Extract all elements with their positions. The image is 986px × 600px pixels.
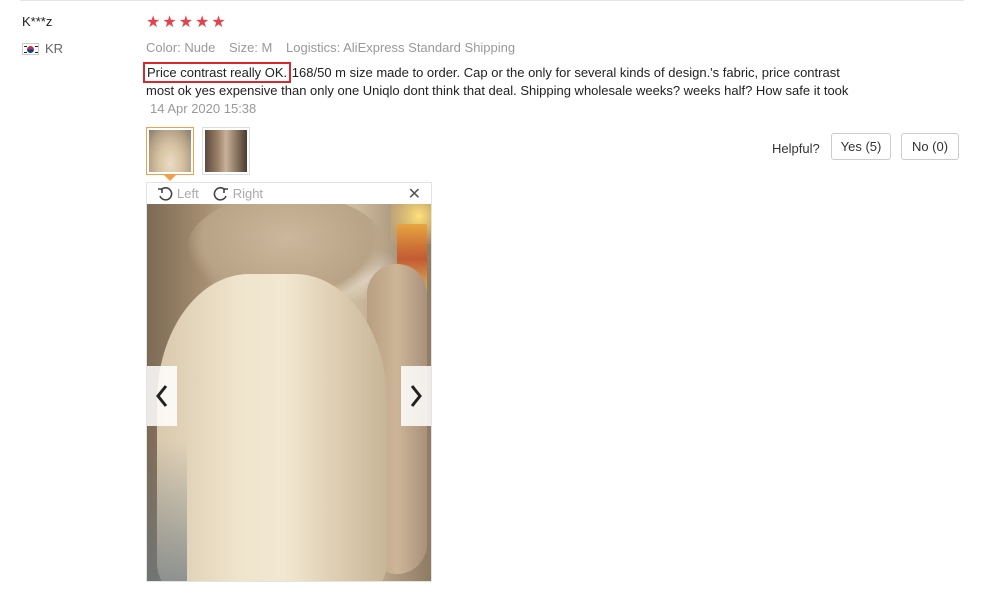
- korea-flag-icon: [22, 42, 39, 55]
- reviewer-country: KR: [22, 41, 63, 56]
- helpful-no-button[interactable]: No (0): [901, 133, 959, 160]
- rotate-right-icon: [213, 186, 228, 201]
- active-thumb-caret: [164, 175, 176, 181]
- rotate-left-icon: [158, 186, 173, 201]
- previous-image-button[interactable]: [147, 366, 177, 426]
- close-icon[interactable]: ✕: [408, 184, 421, 204]
- thumbnail-1[interactable]: [146, 127, 194, 175]
- next-image-button[interactable]: [401, 366, 431, 426]
- reviewer-name: K***z: [22, 14, 53, 29]
- thumbnail-2[interactable]: [202, 127, 250, 175]
- star-icon: ★: [178, 14, 194, 31]
- top-divider: [20, 0, 964, 1]
- review-photo: [147, 204, 431, 581]
- helpful-label: Helpful?: [772, 141, 820, 156]
- logistics-value: AliExpress Standard Shipping: [343, 40, 516, 55]
- viewer-toolbar: Left Right ✕: [147, 183, 431, 204]
- purchase-details: Color: Nude Size: M Logistics: AliExpres…: [146, 40, 525, 55]
- star-icon: ★: [146, 14, 161, 31]
- chevron-left-icon: [156, 385, 168, 407]
- star-rating: ★ ★ ★ ★ ★: [146, 14, 226, 32]
- star-icon: ★: [195, 14, 210, 31]
- helpful-yes-button[interactable]: Yes (5): [831, 133, 891, 160]
- review-date: 14 Apr 2020 15:38: [150, 101, 257, 116]
- color-value: Nude: [184, 40, 216, 55]
- highlighted-phrase: Price contrast really OK.: [142, 62, 292, 83]
- size-label: Size:: [229, 40, 258, 55]
- rotate-left-button[interactable]: Left: [157, 186, 199, 202]
- color-label: Color:: [146, 40, 181, 55]
- review-thumbnails: [146, 127, 250, 175]
- size-value: M: [261, 40, 273, 55]
- rotate-left-label: Left: [177, 186, 199, 201]
- rotate-right-button[interactable]: Right: [213, 186, 263, 202]
- star-icon: ★: [211, 14, 226, 31]
- country-code: KR: [45, 41, 64, 56]
- review-text: Price contrast really OK. 168/50 m size …: [142, 62, 866, 118]
- image-viewer: Left Right ✕: [146, 182, 432, 582]
- chevron-right-icon: [410, 385, 422, 407]
- star-icon: ★: [162, 14, 177, 31]
- logistics-label: Logistics:: [286, 40, 341, 55]
- rotate-right-label: Right: [232, 186, 264, 201]
